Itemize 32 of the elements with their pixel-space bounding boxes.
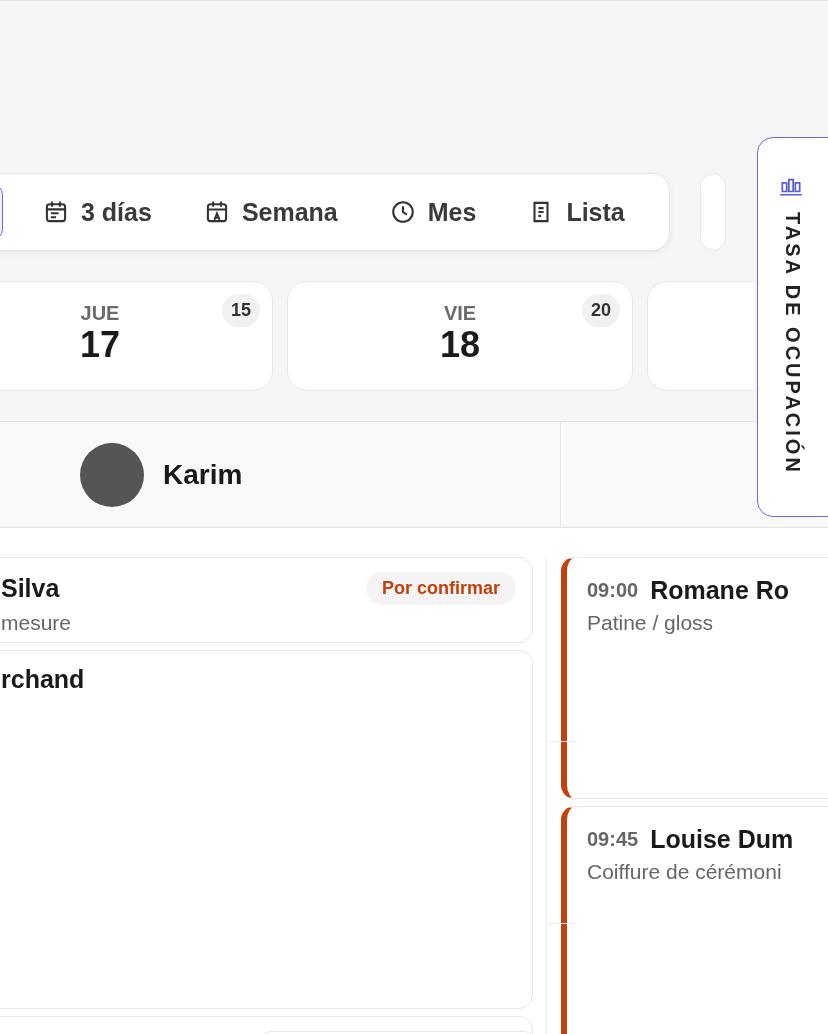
day-card[interactable]: VIE 18 20 xyxy=(287,281,633,391)
count-badge: 15 xyxy=(221,294,260,327)
calendar-icon xyxy=(43,199,69,225)
view-tab[interactable]: Semana xyxy=(177,187,364,237)
service-name: Patine / gloss xyxy=(587,611,715,635)
appointment-card[interactable]: Silva Por confirmar mesure xyxy=(0,557,533,643)
day-card[interactable] xyxy=(647,281,753,391)
client-name: Silva xyxy=(1,574,60,603)
day-card[interactable]: JUE 17 15 xyxy=(0,281,273,391)
toolbar-control[interactable] xyxy=(699,173,726,251)
client-name: Louise Dum xyxy=(650,825,794,855)
view-tab[interactable]: Lista xyxy=(502,187,651,237)
client-name: rchand xyxy=(1,665,85,694)
client-name: Romane Ro xyxy=(650,576,790,605)
side-panel-tab[interactable]: TASA DE OCUPACIÓN xyxy=(757,137,828,517)
weekday-label: VIE xyxy=(443,302,477,325)
appointment-card[interactable]: 09:00 Romane Ro Patine / gloss xyxy=(561,557,828,800)
weekday-label: JUE xyxy=(80,302,120,325)
appointment-time: 09:00 xyxy=(587,579,639,602)
appointment-time: 09:45 xyxy=(587,828,639,852)
count-badge: 20 xyxy=(581,294,620,327)
day-number: 18 xyxy=(439,325,480,365)
service-name: Coiffure de cérémoni xyxy=(587,860,783,885)
status-badge: Por confirmar xyxy=(365,572,516,605)
appointment-card[interactable]: rchand xyxy=(0,650,533,1009)
appointment-card[interactable]: 09:45 Louise Dum Coiffure de cérémoni xyxy=(561,806,828,1034)
view-tab[interactable]: 3 días xyxy=(17,187,178,237)
day-number: 17 xyxy=(79,325,120,365)
clock-icon xyxy=(389,199,416,225)
staff-name: Karim xyxy=(163,458,243,491)
view-tab[interactable]: Mes xyxy=(363,187,503,237)
service-name: mesure xyxy=(1,611,73,635)
